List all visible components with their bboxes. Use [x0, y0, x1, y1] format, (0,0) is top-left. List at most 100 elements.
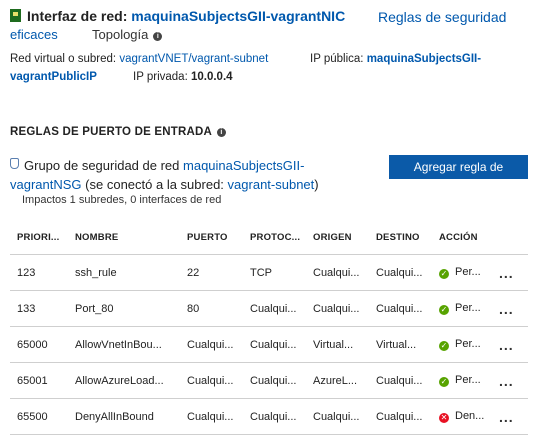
nsg-link[interactable]: maquinaSubjectsGII- [183, 158, 304, 173]
port-cell: 22 [180, 254, 243, 291]
protocol-cell: Cualqui... [243, 290, 306, 327]
nsg-prefix: Grupo de seguridad de red [24, 158, 180, 173]
more-cell: ... [492, 398, 528, 435]
public-ip-link-cont[interactable]: vagrantPublicIP [10, 71, 97, 83]
private-ip-value: 10.0.0.4 [190, 71, 233, 83]
private-ip-label: IP privada: [133, 71, 188, 83]
more-cell: ... [492, 290, 528, 327]
table-header-row: PRIORI... NOMBRE PUERTO PROTOC... ORIGEN… [10, 220, 528, 255]
table-row[interactable]: 133 Port_80 80 Cualqui... Cualqui... Cua… [10, 290, 528, 327]
more-cell: ... [492, 326, 528, 363]
add-inbound-rule-button[interactable]: Agregar regla de [389, 155, 528, 179]
destination-cell: Cualqui... [369, 290, 432, 327]
column-header-more [492, 220, 528, 255]
topology-label: Topología [92, 27, 149, 42]
action-cell: ✓ Per... [432, 290, 492, 327]
more-cell: ... [492, 362, 528, 399]
column-header-port[interactable]: PUERTO [180, 220, 243, 255]
destination-cell: Virtual... [369, 326, 432, 363]
action-text: Per... [455, 302, 481, 314]
check-circle-icon: ✓ [439, 377, 449, 387]
source-cell: Cualqui... [306, 398, 369, 435]
section-title-text: REGLAS DE PUERTO DE ENTRADA [10, 126, 212, 138]
source-cell: Virtual... [306, 326, 369, 363]
priority-cell: 65001 [10, 362, 68, 399]
nsg-link-cont[interactable]: vagrantNSG [10, 177, 82, 192]
check-circle-icon: ✓ [439, 341, 449, 351]
effective-security-rules-link[interactable]: Reglas de seguridad [378, 9, 506, 25]
effective-security-rules-link-cont[interactable]: eficaces [10, 27, 58, 42]
action-text: Per... [455, 338, 481, 350]
inbound-rules-table: PRIORI... NOMBRE PUERTO PROTOC... ORIGEN… [10, 220, 528, 435]
protocol-cell: Cualqui... [243, 398, 306, 435]
source-cell: Cualqui... [306, 254, 369, 291]
impacts-text: Impactos 1 subredes, 0 interfaces de red [22, 194, 222, 206]
column-header-action[interactable]: ACCIÓN [432, 220, 492, 255]
nsg-suffix: ) [314, 177, 319, 192]
name-cell: AllowVnetInBou... [68, 326, 180, 363]
table-row[interactable]: 65000 AllowVnetInBou... Cualqui... Cualq… [10, 326, 528, 363]
column-header-destination[interactable]: DESTINO [369, 220, 432, 255]
vnet-info: Red virtual o subred: vagrantVNET/vagran… [10, 53, 268, 65]
port-cell: 80 [180, 290, 243, 327]
protocol-cell: Cualqui... [243, 362, 306, 399]
destination-cell: Cualqui... [369, 254, 432, 291]
nic-header: Interfaz de red: maquinaSubjectsGII-vagr… [10, 8, 345, 24]
check-circle-icon: ✓ [439, 305, 449, 315]
more-options-icon[interactable]: ... [499, 301, 514, 317]
table-row[interactable]: 65001 AllowAzureLoad... Cualqui... Cualq… [10, 362, 528, 399]
name-cell: DenyAllInBound [68, 398, 180, 435]
more-options-icon[interactable]: ... [499, 409, 514, 425]
network-interface-icon [10, 9, 21, 22]
priority-cell: 123 [10, 254, 68, 291]
topology-link[interactable]: Topología i [92, 27, 163, 42]
name-cell: AllowAzureLoad... [68, 362, 180, 399]
info-icon: i [153, 32, 163, 41]
vnet-label: Red virtual o subred: [10, 53, 117, 65]
more-cell: ... [492, 254, 528, 291]
port-cell: Cualqui... [180, 398, 243, 435]
subnet-link[interactable]: vagrant-subnet [228, 177, 315, 192]
destination-cell: Cualqui... [369, 398, 432, 435]
check-circle-icon: ✓ [439, 269, 449, 279]
table-row[interactable]: 65500 DenyAllInBound Cualqui... Cualqui.… [10, 398, 528, 435]
shield-icon [10, 158, 19, 169]
action-text: Per... [455, 374, 481, 386]
column-header-name[interactable]: NOMBRE [68, 220, 180, 255]
column-header-protocol[interactable]: PROTOC... [243, 220, 306, 255]
destination-cell: Cualqui... [369, 362, 432, 399]
action-cell: ✕ Den... [432, 398, 492, 435]
priority-cell: 65000 [10, 326, 68, 363]
nic-label: Interfaz de red: [27, 8, 128, 24]
port-cell: Cualqui... [180, 362, 243, 399]
column-header-source[interactable]: ORIGEN [306, 220, 369, 255]
priority-cell: 133 [10, 290, 68, 327]
public-ip-link[interactable]: maquinaSubjectsGII- [367, 53, 481, 65]
column-header-priority[interactable]: PRIORI... [10, 220, 68, 255]
name-cell: Port_80 [68, 290, 180, 327]
port-cell: Cualqui... [180, 326, 243, 363]
more-options-icon[interactable]: ... [499, 373, 514, 389]
action-cell: ✓ Per... [432, 254, 492, 291]
action-cell: ✓ Per... [432, 362, 492, 399]
action-text: Per... [455, 266, 481, 278]
deny-circle-icon: ✕ [439, 413, 449, 423]
priority-cell: 65500 [10, 398, 68, 435]
more-options-icon[interactable]: ... [499, 265, 514, 281]
source-cell: AzureL... [306, 362, 369, 399]
protocol-cell: TCP [243, 254, 306, 291]
private-ip-info: IP privada: 10.0.0.4 [133, 71, 233, 83]
public-ip-info: IP pública: maquinaSubjectsGII- [310, 53, 481, 65]
public-ip-label: IP pública: [310, 53, 364, 65]
more-options-icon[interactable]: ... [499, 337, 514, 353]
nsg-info: Grupo de seguridad de red maquinaSubject… [10, 156, 380, 194]
table-row[interactable]: 123 ssh_rule 22 TCP Cualqui... Cualqui..… [10, 254, 528, 291]
vnet-link[interactable]: vagrantVNET/vagrant-subnet [119, 53, 268, 65]
nsg-middle: (se conectó a la subred: [85, 177, 224, 192]
source-cell: Cualqui... [306, 290, 369, 327]
nic-name-link[interactable]: maquinaSubjectsGII-vagrantNIC [131, 8, 345, 24]
name-cell: ssh_rule [68, 254, 180, 291]
action-cell: ✓ Per... [432, 326, 492, 363]
action-text: Den... [455, 410, 485, 422]
inbound-section-title: REGLAS DE PUERTO DE ENTRADA i [10, 126, 226, 138]
